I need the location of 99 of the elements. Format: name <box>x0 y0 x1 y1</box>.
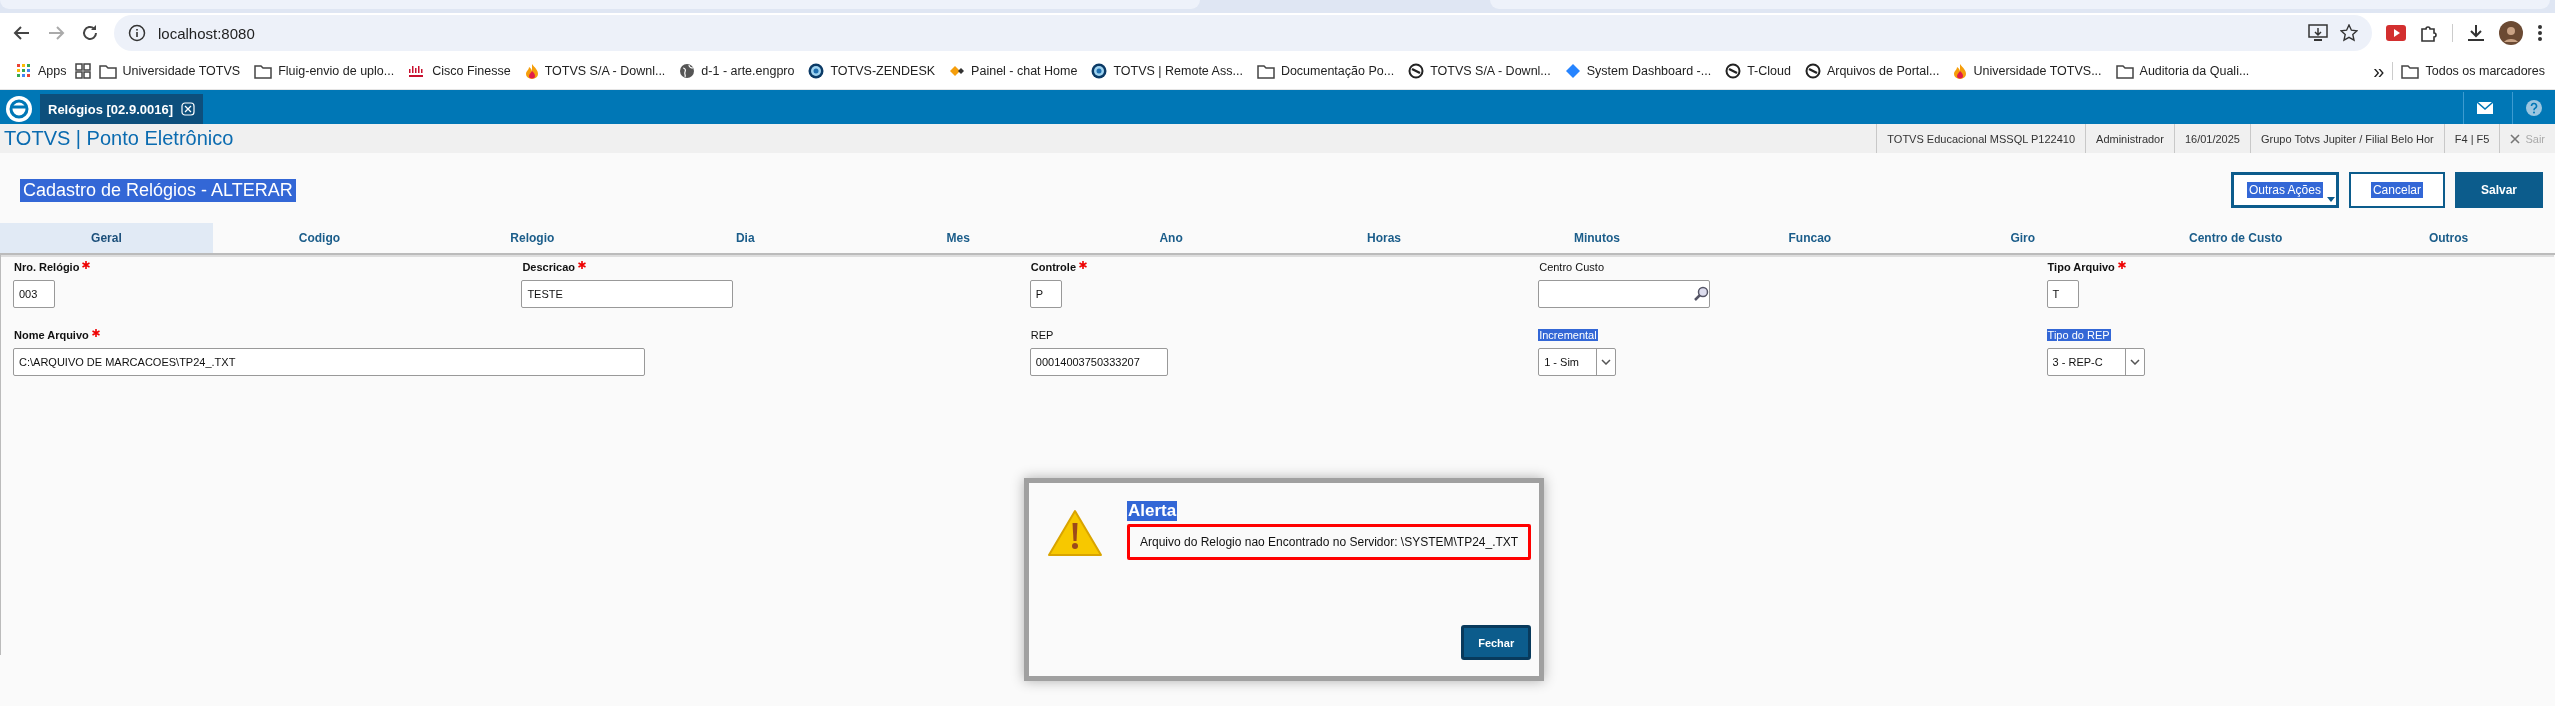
bookmark[interactable]: TOTVS S/A - Downl... <box>1402 59 1557 83</box>
reload-icon[interactable] <box>80 23 100 43</box>
form-tab[interactable]: Outros <box>2342 223 2555 253</box>
close-icon <box>2510 133 2521 144</box>
select-field[interactable]: 3 - REP-C <box>2046 348 2145 376</box>
lookup-field[interactable] <box>1538 280 1711 308</box>
form-tab[interactable]: Codigo <box>212 223 426 253</box>
bookmark[interactable]: System Dashboard -... <box>1558 59 1718 83</box>
ring-icon <box>1725 63 1742 79</box>
form-tab[interactable]: Funcao <box>1703 223 1917 253</box>
orb-icon <box>1091 63 1108 79</box>
bookmark[interactable]: Universidade TOTVS... <box>1947 59 2108 83</box>
form-tab[interactable]: Giro <box>1916 223 2130 253</box>
folder-icon <box>98 63 117 79</box>
bookmark[interactable]: Fluig-envio de uplo... <box>248 59 401 83</box>
text-field[interactable]: P <box>1029 280 1062 308</box>
form-tab[interactable]: Centro de Custo <box>2129 223 2343 253</box>
bookmark[interactable]: Auditoria da Quali... <box>2109 59 2256 83</box>
flame-icon <box>1953 63 1968 79</box>
form-tab[interactable]: Relogio <box>425 223 639 253</box>
avatar-icon[interactable] <box>2499 21 2523 45</box>
flame-icon <box>524 63 539 79</box>
field-label: Descricao <box>521 261 576 273</box>
star-icon[interactable] <box>2340 24 2358 42</box>
app-tab[interactable]: Relógios [02.9.0016] <box>40 94 203 124</box>
select-field[interactable]: 1 - Sim <box>1538 348 1617 376</box>
bookmark[interactable]: Painel - chat Home <box>943 59 1084 83</box>
more-bookmarks-button[interactable]: » <box>2367 55 2391 87</box>
text-field[interactable]: T <box>2046 280 2079 308</box>
more-actions-button[interactable]: Outras Ações <box>2230 172 2339 208</box>
diamond-icon <box>949 63 966 79</box>
bookmark[interactable]: d-1 - arte.engpro <box>673 59 801 83</box>
install-icon[interactable] <box>2308 24 2328 42</box>
chevron-down-icon <box>2129 359 2140 365</box>
bookmark[interactable]: TOTVS S/A - Downl... <box>518 59 672 83</box>
close-icon[interactable] <box>181 102 195 116</box>
required-icon <box>82 261 91 269</box>
help-icon[interactable] <box>2526 100 2542 116</box>
dialog-title: Alerta <box>1127 501 1178 521</box>
extension-video-icon[interactable] <box>2386 25 2406 41</box>
search-icon[interactable] <box>1693 286 1710 302</box>
field-label: Nro. Relógio <box>13 261 81 273</box>
puzzle-icon[interactable] <box>2420 24 2438 42</box>
download-icon[interactable] <box>2467 24 2485 42</box>
page-title: Cadastro de Relógios - ALTERAR <box>20 178 296 202</box>
apps-icon <box>16 63 32 79</box>
orb-icon <box>808 63 825 79</box>
cancel-button[interactable]: Cancelar <box>2348 172 2445 208</box>
bookmark[interactable]: TOTVS-ZENDESK <box>802 59 942 83</box>
app-title: TOTVS | Ponto Eletrônico <box>3 126 235 151</box>
folder-icon <box>2401 63 2420 79</box>
bookmark[interactable]: Arquivos de Portal... <box>1798 59 1946 83</box>
form-tab[interactable]: Mes <box>851 223 1065 253</box>
form-tab[interactable]: Horas <box>1277 223 1491 253</box>
bookmark[interactable]: TOTVS | Remote Ass... <box>1085 59 1249 83</box>
address-text: localhost:8080 <box>158 24 256 42</box>
folder-icon <box>1256 63 1275 79</box>
folder-icon <box>254 63 273 79</box>
ring-icon <box>1408 63 1425 79</box>
bookmark[interactable]: Documentação Po... <box>1250 59 1401 83</box>
more-icon[interactable] <box>2537 24 2543 42</box>
required-icon <box>2117 261 2126 269</box>
field-label: Nome Arquivo <box>13 329 90 341</box>
bookmark[interactable]: Universidade TOTVS <box>92 59 247 83</box>
field-label: Tipo Arquivo <box>2046 261 2116 273</box>
bookmark[interactable]: Cisco Finesse <box>402 60 517 82</box>
text-field[interactable]: 00014003750333207 <box>1029 348 1168 376</box>
field-label: Centro Custo <box>1538 261 1605 273</box>
info-icon[interactable] <box>128 24 146 42</box>
grid-icon[interactable] <box>74 63 91 79</box>
field-label: Tipo do REP <box>2046 329 2111 341</box>
close-button[interactable]: Fechar <box>1461 625 1532 660</box>
bookmark[interactable]: T-Cloud <box>1719 59 1797 83</box>
field-label: REP <box>1029 329 1055 341</box>
bookmark[interactable]: Apps <box>10 59 73 83</box>
field-label: Controle <box>1029 261 1078 273</box>
error-message: Arquivo do Relogio nao Encontrado no Servidor: \SYSTEM\TP24_.TXT <box>1127 524 1532 560</box>
required-icon <box>91 329 100 337</box>
ring-icon <box>1804 63 1821 79</box>
required-icon <box>578 261 586 269</box>
field-label: Incremental <box>1538 329 1598 341</box>
warning-icon <box>1047 509 1103 557</box>
caret-icon <box>2326 197 2335 202</box>
form-tab[interactable]: Minutos <box>1490 223 1704 253</box>
text-field[interactable]: TESTE <box>521 280 734 308</box>
bookmark[interactable]: Todos os marcadores <box>2395 59 2551 83</box>
globe-icon <box>679 63 696 79</box>
form-tab[interactable]: Geral <box>0 223 213 253</box>
text-field[interactable]: C:\ARQUIVO DE MARCACOES\TP24_.TXT <box>13 348 645 376</box>
form-tab[interactable]: Dia <box>638 223 852 253</box>
chevron-down-icon <box>1601 359 1612 365</box>
diamond-icon <box>1564 63 1581 79</box>
mail-icon[interactable] <box>2477 102 2493 114</box>
save-button[interactable]: Salvar <box>2454 172 2543 208</box>
required-icon <box>1079 261 1088 269</box>
form-tab[interactable]: Ano <box>1064 223 1278 253</box>
address-bar[interactable]: localhost:8080 <box>114 15 2372 51</box>
folder-icon <box>2115 63 2134 79</box>
text-field[interactable]: 003 <box>13 280 55 308</box>
